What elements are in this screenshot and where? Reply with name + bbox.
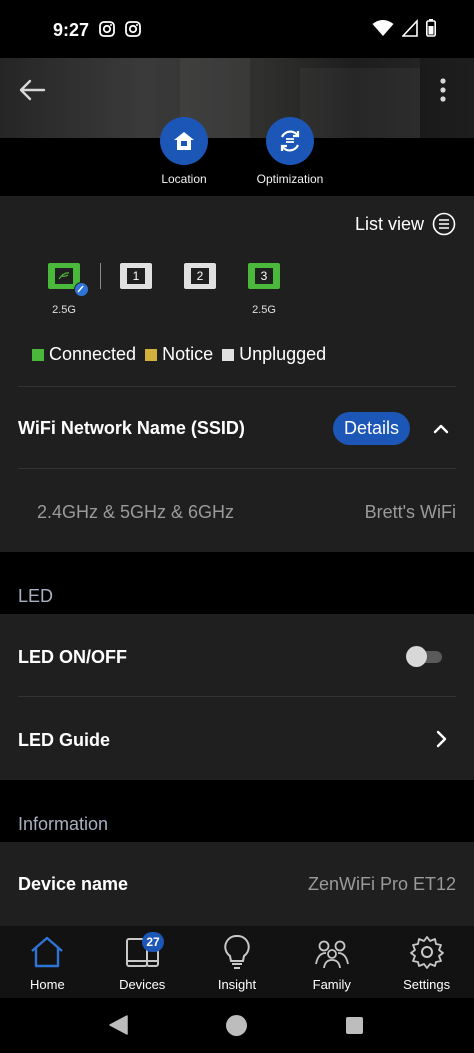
tab-insight[interactable]: Insight [190, 926, 285, 998]
details-button[interactable]: Details [333, 412, 410, 445]
lan-port-3[interactable]: 3 [248, 263, 280, 289]
status-right-icons [372, 19, 436, 37]
divider [18, 468, 456, 469]
instagram-icon [125, 21, 141, 37]
optimization-label: Optimization [256, 172, 324, 186]
legend-label: Unplugged [239, 344, 327, 364]
tab-family[interactable]: Family [284, 926, 379, 998]
battery-icon [426, 19, 436, 37]
information-section-title: Information [18, 814, 109, 834]
port-speed: 2.5G [52, 304, 76, 316]
tab-settings[interactable]: Settings [379, 926, 474, 998]
optimization-button[interactable]: Optimization [235, 117, 345, 186]
family-icon [314, 940, 349, 969]
list-view-label: List view [354, 213, 424, 234]
legend-label: Notice [162, 344, 214, 364]
chevron-right-icon[interactable] [432, 728, 450, 750]
divider [18, 696, 456, 697]
device-name-label: Device name [18, 874, 129, 894]
ports-panel [0, 196, 474, 552]
tab-label: Settings [403, 977, 451, 992]
port-slot [55, 268, 73, 284]
led-section-title: LED [18, 586, 54, 606]
location-button-circle[interactable] [160, 117, 208, 165]
legend-unplugged: Unplugged [222, 344, 326, 365]
tab-label: Home [30, 977, 65, 992]
optimization-button-circle[interactable] [266, 117, 314, 165]
legend-label: Connected [49, 344, 137, 364]
status-time: 9:27 [53, 20, 90, 40]
wifi-icon [372, 20, 394, 36]
speed-icon [77, 285, 84, 293]
led-guide-label[interactable]: LED Guide [18, 730, 110, 751]
lan-port-2[interactable]: 2 [184, 263, 216, 289]
back-button[interactable] [18, 78, 46, 102]
status-left-icons [99, 21, 141, 37]
nav-home-icon[interactable] [226, 1015, 247, 1036]
device-name-value: ZenWiFi Pro ET12 [307, 874, 456, 894]
led-panel [0, 614, 474, 780]
port-number: 3 [255, 268, 273, 284]
list-view-button[interactable]: List view [355, 212, 456, 236]
location-button[interactable]: Location [129, 117, 239, 186]
wan-speed-badge [74, 282, 89, 297]
location-label: Location [161, 172, 207, 186]
house-icon [174, 132, 194, 150]
nav-recent-icon[interactable] [346, 1017, 363, 1034]
divider [18, 386, 456, 387]
wifi-ssid-title: WiFi Network Name (SSID) [18, 418, 245, 438]
port-number: 2 [191, 268, 209, 284]
port-legend: Connected Notice Unplugged [32, 344, 335, 365]
lan-port-1[interactable]: 1 [120, 263, 152, 289]
devices-count-badge: 27 [142, 932, 164, 952]
tab-home[interactable]: Home [0, 926, 95, 998]
port-divider [100, 263, 101, 289]
home-icon [31, 936, 64, 968]
lightbulb-icon [224, 934, 250, 969]
legend-swatch [222, 348, 235, 361]
status-bar: 9:27 [0, 0, 474, 58]
instagram-icon [99, 21, 115, 37]
wifi-ssid-value: Brett's WiFi [364, 502, 456, 522]
port-speed: 2.5G [252, 304, 276, 316]
tab-label: Insight [217, 977, 257, 992]
toggle-thumb [406, 646, 427, 667]
port-number: 1 [127, 268, 145, 284]
led-toggle[interactable] [406, 646, 442, 667]
legend-connected: Connected [32, 344, 136, 365]
optimization-icon [280, 130, 300, 152]
chevron-up-icon[interactable] [430, 418, 452, 440]
wifi-bands: 2.4GHz & 5GHz & 6GHz [37, 502, 235, 522]
tab-label: Family [312, 977, 351, 992]
list-icon [432, 212, 456, 236]
tab-label: Devices [119, 977, 166, 992]
cellular-signal-icon [402, 19, 418, 37]
globe-icon [58, 272, 70, 280]
legend-swatch [145, 348, 158, 361]
legend-notice: Notice [145, 344, 213, 365]
nav-back-icon[interactable] [107, 1014, 129, 1036]
more-vertical-icon[interactable] [432, 76, 454, 104]
gear-icon [409, 936, 444, 969]
bottom-tab-bar: Home Devices Insight Family Settings [0, 926, 474, 998]
legend-swatch [32, 348, 44, 361]
led-onoff-label: LED ON/OFF [18, 647, 127, 667]
